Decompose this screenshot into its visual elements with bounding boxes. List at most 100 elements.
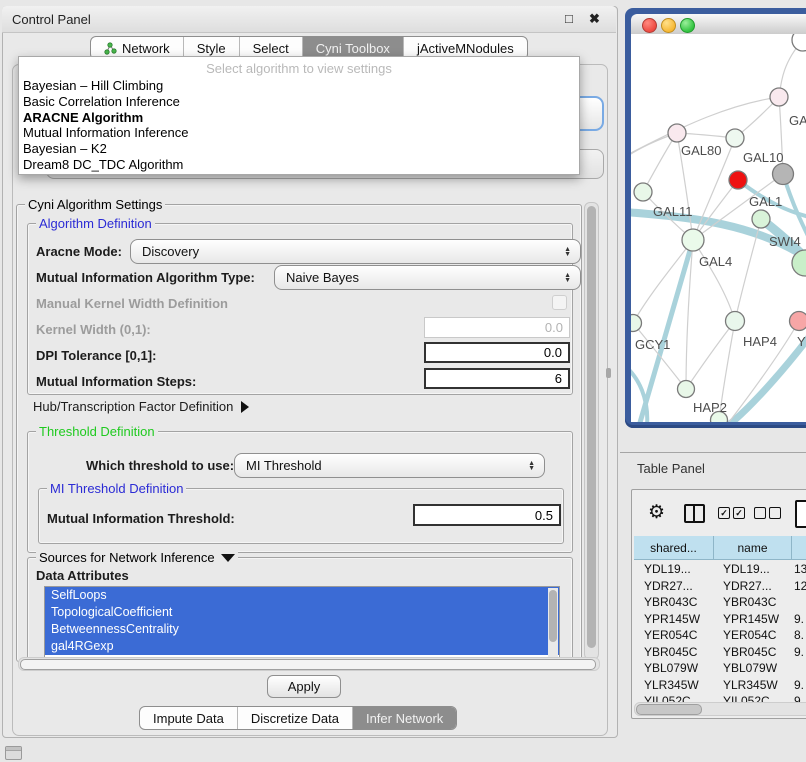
sources-toggle[interactable]: Sources for Network Inference [36, 550, 238, 565]
svg-text:GAL11: GAL11 [653, 204, 693, 219]
sources-group: Sources for Network Inference Data Attri… [27, 557, 573, 661]
node-gal1[interactable] [729, 171, 747, 189]
minimize-traffic-light[interactable] [661, 18, 676, 33]
hub-definition-label: Hub/Transcription Factor Definition [33, 399, 233, 414]
network-graph[interactable]: GAL GAL80 GAL10 GAL1 GAL11 SWI4 GAL4 GCY… [631, 34, 806, 422]
list-item[interactable]: BetweennessCentrality [45, 621, 559, 638]
dropdown-item[interactable]: Bayesian – Hill Climbing [19, 78, 579, 94]
list-vscrollbar[interactable] [548, 588, 558, 658]
cyni-algorithm-settings-group: Cyni Algorithm Settings Algorithm Defini… [16, 204, 582, 662]
table-hscrollbar-thumb[interactable] [636, 704, 702, 715]
table-row[interactable]: YBR045CYBR045C9. [632, 645, 806, 662]
list-item[interactable]: SelfLoops [45, 587, 559, 604]
settings-group-title: Cyni Algorithm Settings [25, 197, 165, 212]
network-window-titlebar[interactable] [631, 14, 806, 35]
settings-hscrollbar[interactable] [18, 657, 600, 671]
dropdown-placeholder: Select algorithm to view settings [19, 57, 579, 78]
data-attributes-list[interactable]: SelfLoops TopologicalCoefficient Between… [44, 586, 560, 662]
tab-infer-network[interactable]: Infer Network [352, 707, 456, 729]
svg-text:GAL10: GAL10 [743, 150, 783, 165]
table-row[interactable]: YPR145WYPR145W9. [632, 612, 806, 629]
hide-columns-icon[interactable] [754, 507, 781, 519]
node-hap2[interactable] [678, 381, 695, 398]
list-vscrollbar-thumb[interactable] [549, 590, 557, 642]
column-header-shared[interactable]: shared... [634, 536, 714, 560]
svg-text:GAL80: GAL80 [681, 143, 721, 158]
manual-kernel-label: Manual Kernel Width Definition [36, 296, 228, 311]
table-row[interactable]: YLR345WYLR345W9. [632, 678, 806, 695]
threshold-definition-title: Threshold Definition [36, 424, 158, 439]
column-header-name[interactable]: name [714, 536, 792, 560]
settings-vscrollbar[interactable] [584, 202, 599, 660]
which-threshold-label: Which threshold to use: [86, 458, 234, 473]
dropdown-item[interactable]: Basic Correlation Inference [19, 94, 579, 110]
node-gal4[interactable] [682, 229, 704, 251]
algorithm-dropdown-popup: Select algorithm to view settings Bayesi… [18, 56, 580, 175]
combo-arrows-icon: ▲▼ [564, 273, 580, 283]
sources-title: Sources for Network Inference [39, 550, 215, 565]
dropdown-item[interactable]: Bayesian – K2 [19, 141, 579, 157]
node-y[interactable] [790, 312, 806, 331]
apply-button[interactable]: Apply [267, 675, 341, 698]
manual-kernel-checkbox[interactable] [552, 295, 567, 310]
table-hscrollbar[interactable] [634, 702, 806, 716]
node-gal10[interactable] [726, 129, 744, 147]
panel-splitter-handle[interactable] [606, 368, 611, 378]
svg-text:GAL: GAL [789, 113, 806, 128]
close-traffic-light[interactable] [642, 18, 657, 33]
table-row[interactable]: YBL079WYBL079W [632, 661, 806, 678]
mi-threshold-label: Mutual Information Threshold: [47, 511, 235, 526]
window-title: Control Panel [12, 12, 91, 27]
aracne-mode-combo[interactable]: Discovery ▲▼ [130, 239, 581, 264]
column-header-clipped[interactable] [792, 536, 806, 560]
tab-impute-data[interactable]: Impute Data [140, 707, 237, 729]
show-columns-icon[interactable]: ✓✓ [718, 507, 745, 519]
svg-text:GAL4: GAL4 [699, 254, 732, 269]
node-hap4[interactable] [726, 312, 745, 331]
network-view-window[interactable]: GAL GAL80 GAL10 GAL1 GAL11 SWI4 GAL4 GCY… [625, 8, 806, 428]
node-gal[interactable] [770, 88, 788, 106]
dropdown-item[interactable]: Mutual Information Inference [19, 125, 579, 141]
columns-icon[interactable] [684, 504, 705, 523]
node[interactable] [792, 34, 806, 51]
network-canvas[interactable]: GAL GAL80 GAL10 GAL1 GAL11 SWI4 GAL4 GCY… [631, 34, 806, 422]
mi-type-combo[interactable]: Naive Bayes ▲▼ [274, 265, 581, 290]
mi-threshold-field[interactable]: 0.5 [413, 504, 561, 526]
dropdown-item[interactable]: Dream8 DC_TDC Algorithm [19, 157, 579, 173]
table-row-clipped[interactable]: YIL052CYIL052C9 [632, 694, 806, 702]
control-panel-titlebar[interactable] [2, 6, 616, 33]
dropdown-item-selected[interactable]: ARACNE Algorithm [19, 110, 579, 126]
settings-hscrollbar-thumb[interactable] [20, 659, 596, 670]
gear-icon[interactable]: ⚙ [648, 503, 665, 522]
close-window-icon[interactable]: ✖ [589, 11, 600, 27]
settings-vscrollbar-thumb[interactable] [587, 206, 596, 648]
table-row[interactable]: YBR043CYBR043C [632, 595, 806, 612]
dpi-tolerance-field[interactable]: 0.0 [424, 342, 570, 363]
node-gray[interactable] [773, 164, 794, 185]
tab-discretize-data[interactable]: Discretize Data [237, 707, 352, 729]
bottom-tabbar: Impute Data Discretize Data Infer Networ… [139, 706, 457, 730]
list-item[interactable]: TopologicalCoefficient [45, 604, 559, 621]
hub-definition-toggle[interactable]: Hub/Transcription Factor Definition [33, 399, 249, 414]
table-row[interactable]: YDR27...YDR27...12 [632, 579, 806, 596]
float-window-icon[interactable]: □ [565, 11, 573, 26]
node-gcy1[interactable] [631, 315, 642, 332]
kernel-width-field[interactable]: 0.0 [424, 317, 570, 338]
node-gal80[interactable] [668, 124, 686, 142]
kernel-width-label: Kernel Width (0,1): [36, 322, 151, 337]
mi-steps-field[interactable]: 6 [424, 368, 570, 389]
zoom-traffic-light[interactable] [680, 18, 695, 33]
which-threshold-combo[interactable]: MI Threshold ▲▼ [234, 453, 545, 478]
node-swi4[interactable] [752, 210, 770, 228]
combo-arrows-icon: ▲▼ [528, 461, 544, 471]
export-table-icon[interactable] [795, 500, 806, 528]
table-panel: ⚙ ✓✓ shared... name YDL19...YDL19...13 Y… [631, 489, 806, 719]
svg-text:GCY1: GCY1 [635, 337, 670, 352]
collapsed-panel-icon[interactable] [5, 746, 22, 760]
threshold-definition-group: Threshold Definition Which threshold to … [27, 431, 573, 553]
node-gal11[interactable] [634, 183, 652, 201]
dpi-tolerance-label: DPI Tolerance [0,1]: [36, 348, 156, 363]
list-item[interactable]: gal4RGexp [45, 638, 559, 655]
table-row[interactable]: YDL19...YDL19...13 [632, 562, 806, 579]
table-row[interactable]: YER054CYER054C8. [632, 628, 806, 645]
